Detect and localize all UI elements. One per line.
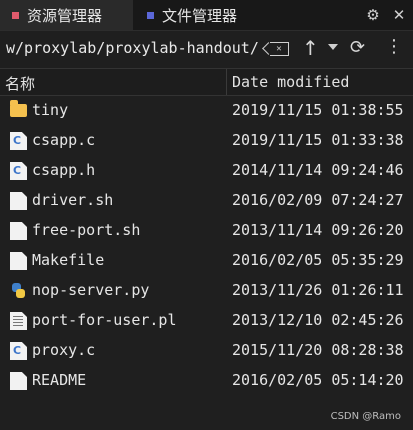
file-name: free-port.sh	[32, 221, 141, 239]
path-bar: w/proxylab/proxylab-handout/ ✕ ↑ ⟳ ⋮	[0, 31, 413, 67]
dropdown-icon[interactable]	[328, 44, 338, 50]
file-row[interactable]: README 2016/02/05 05:14:20	[0, 365, 413, 395]
column-header: 名称 Date modified	[0, 68, 413, 96]
file-date: 2014/11/14 09:24:46	[232, 161, 404, 179]
clear-path-icon[interactable]: ✕	[270, 42, 289, 56]
file-name: proxy.c	[32, 341, 96, 359]
tab-color-icon	[147, 11, 154, 19]
watermark: CSDN @Ramo	[330, 411, 401, 422]
c-file-icon: C	[10, 162, 27, 180]
file-row[interactable]: Makefile 2016/02/05 05:35:29	[0, 245, 413, 275]
file-name: port-for-user.pl	[32, 311, 177, 329]
tab-label: 文件管理器	[162, 6, 238, 25]
file-name: driver.sh	[32, 191, 114, 209]
file-row[interactable]: free-port.sh 2013/11/14 09:26:20	[0, 215, 413, 245]
file-name: tiny	[32, 101, 69, 119]
c-file-icon: C	[10, 342, 27, 360]
file-list: tiny 2019/11/15 01:38:55 C csapp.c 2019/…	[0, 95, 413, 395]
file-row[interactable]: port-for-user.pl 2013/12/10 02:45:26	[0, 305, 413, 335]
file-row[interactable]: nop-server.py 2013/11/26 01:26:11	[0, 275, 413, 305]
more-options-icon[interactable]: ⋮	[385, 36, 403, 57]
refresh-icon[interactable]: ⟳	[350, 37, 365, 58]
file-icon	[10, 192, 27, 210]
file-icon	[10, 372, 27, 390]
file-row[interactable]: tiny 2019/11/15 01:38:55	[0, 95, 413, 125]
close-icon[interactable]: ✕	[391, 6, 407, 24]
file-name: Makefile	[32, 251, 105, 269]
folder-icon	[10, 100, 27, 117]
column-divider[interactable]	[226, 69, 227, 95]
file-name: csapp.h	[32, 161, 96, 179]
path-input[interactable]: w/proxylab/proxylab-handout/	[6, 39, 259, 57]
file-name: README	[32, 371, 87, 389]
file-row[interactable]: C csapp.h 2014/11/14 09:24:46	[0, 155, 413, 185]
tab-color-icon	[12, 11, 19, 19]
file-date: 2019/11/15 01:33:38	[232, 131, 404, 149]
file-date: 2015/11/20 08:28:38	[232, 341, 404, 359]
tab-explorer[interactable]: 资源管理器	[0, 0, 133, 30]
c-file-icon: C	[10, 132, 27, 150]
column-date-header[interactable]: Date modified	[232, 73, 349, 91]
file-date: 2016/02/09 07:24:27	[232, 191, 404, 209]
text-file-icon	[10, 312, 27, 330]
file-name: csapp.c	[32, 131, 96, 149]
tab-label: 资源管理器	[27, 6, 103, 25]
file-icon	[10, 252, 27, 270]
tab-bar: 资源管理器 文件管理器 ⚙ ✕	[0, 0, 413, 31]
up-arrow-icon[interactable]: ↑	[302, 36, 319, 60]
file-date: 2013/12/10 02:45:26	[232, 311, 404, 329]
settings-icon[interactable]: ⚙	[365, 6, 381, 24]
tab-file-manager[interactable]: 文件管理器	[135, 0, 275, 30]
file-row[interactable]: driver.sh 2016/02/09 07:24:27	[0, 185, 413, 215]
python-file-icon	[10, 282, 27, 300]
file-date: 2016/02/05 05:35:29	[232, 251, 404, 269]
column-name-header[interactable]: 名称	[5, 73, 35, 94]
file-date: 2016/02/05 05:14:20	[232, 371, 404, 389]
file-row[interactable]: C proxy.c 2015/11/20 08:28:38	[0, 335, 413, 365]
file-row[interactable]: C csapp.c 2019/11/15 01:33:38	[0, 125, 413, 155]
file-date: 2013/11/14 09:26:20	[232, 221, 404, 239]
file-name: nop-server.py	[32, 281, 150, 299]
file-date: 2013/11/26 01:26:11	[232, 281, 404, 299]
file-icon	[10, 222, 27, 240]
file-date: 2019/11/15 01:38:55	[232, 101, 404, 119]
